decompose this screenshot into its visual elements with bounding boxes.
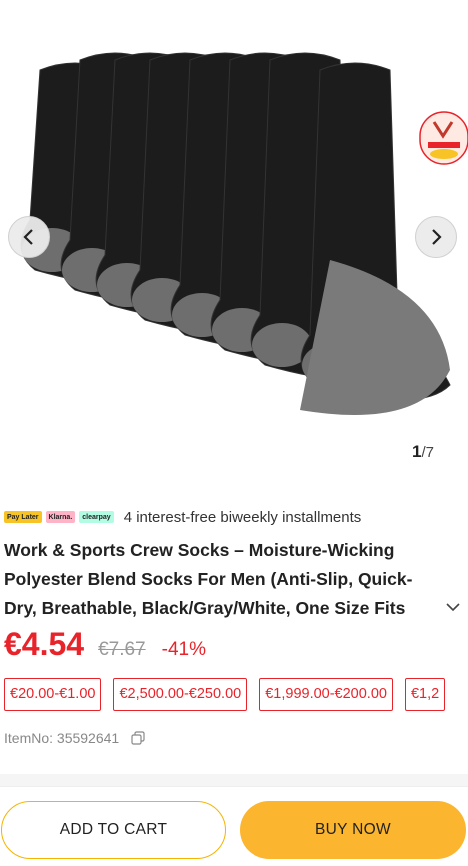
- chevron-right-icon: [432, 229, 442, 245]
- add-to-cart-button[interactable]: ADD TO CART: [1, 801, 226, 859]
- gallery-prev-button[interactable]: [8, 216, 50, 258]
- price-tier[interactable]: €2,500.00-€250.00: [113, 678, 248, 711]
- price-row: €4.54 €7.67 -41%: [4, 626, 206, 666]
- payment-options[interactable]: Pay Later Klarna. clearpay 4 interest-fr…: [4, 508, 361, 526]
- discount-percent: -41%: [161, 639, 206, 660]
- image-counter: 1/7: [412, 442, 434, 462]
- price-tier[interactable]: €1,999.00-€200.00: [259, 678, 393, 711]
- paylater-logo: Pay Later: [4, 511, 42, 523]
- price-tier[interactable]: €20.00-€1.00: [4, 678, 102, 711]
- image-counter-total: /7: [421, 444, 434, 461]
- installments-text: 4 interest-free biweekly installments: [123, 508, 362, 526]
- chevron-left-icon: [23, 229, 33, 245]
- product-image: [20, 52, 451, 415]
- current-price: €4.54: [4, 626, 85, 662]
- clearpay-logo: clearpay: [79, 511, 114, 523]
- buy-now-button[interactable]: BUY NOW: [240, 801, 466, 859]
- section-divider: [0, 774, 468, 786]
- gallery-next-button[interactable]: [415, 216, 457, 258]
- product-image-gallery[interactable]: 1/7: [0, 0, 468, 470]
- chevron-down-icon[interactable]: [444, 598, 462, 616]
- bottom-action-bar: ADD TO CART BUY NOW: [0, 786, 468, 866]
- klarna-logo: Klarna.: [45, 511, 76, 523]
- item-number-text: ItemNo: 35592641: [4, 730, 120, 746]
- copy-icon[interactable]: [131, 731, 145, 745]
- product-title: Work & Sports Crew Socks – Moisture-Wick…: [4, 540, 413, 618]
- price-tiers[interactable]: €20.00-€1.00 €2,500.00-€250.00 €1,999.00…: [4, 678, 457, 712]
- price-tier[interactable]: €1,2: [404, 678, 446, 711]
- item-number: ItemNo: 35592641: [4, 730, 145, 746]
- promo-badge[interactable]: [418, 110, 468, 166]
- original-price: €7.67: [98, 639, 146, 660]
